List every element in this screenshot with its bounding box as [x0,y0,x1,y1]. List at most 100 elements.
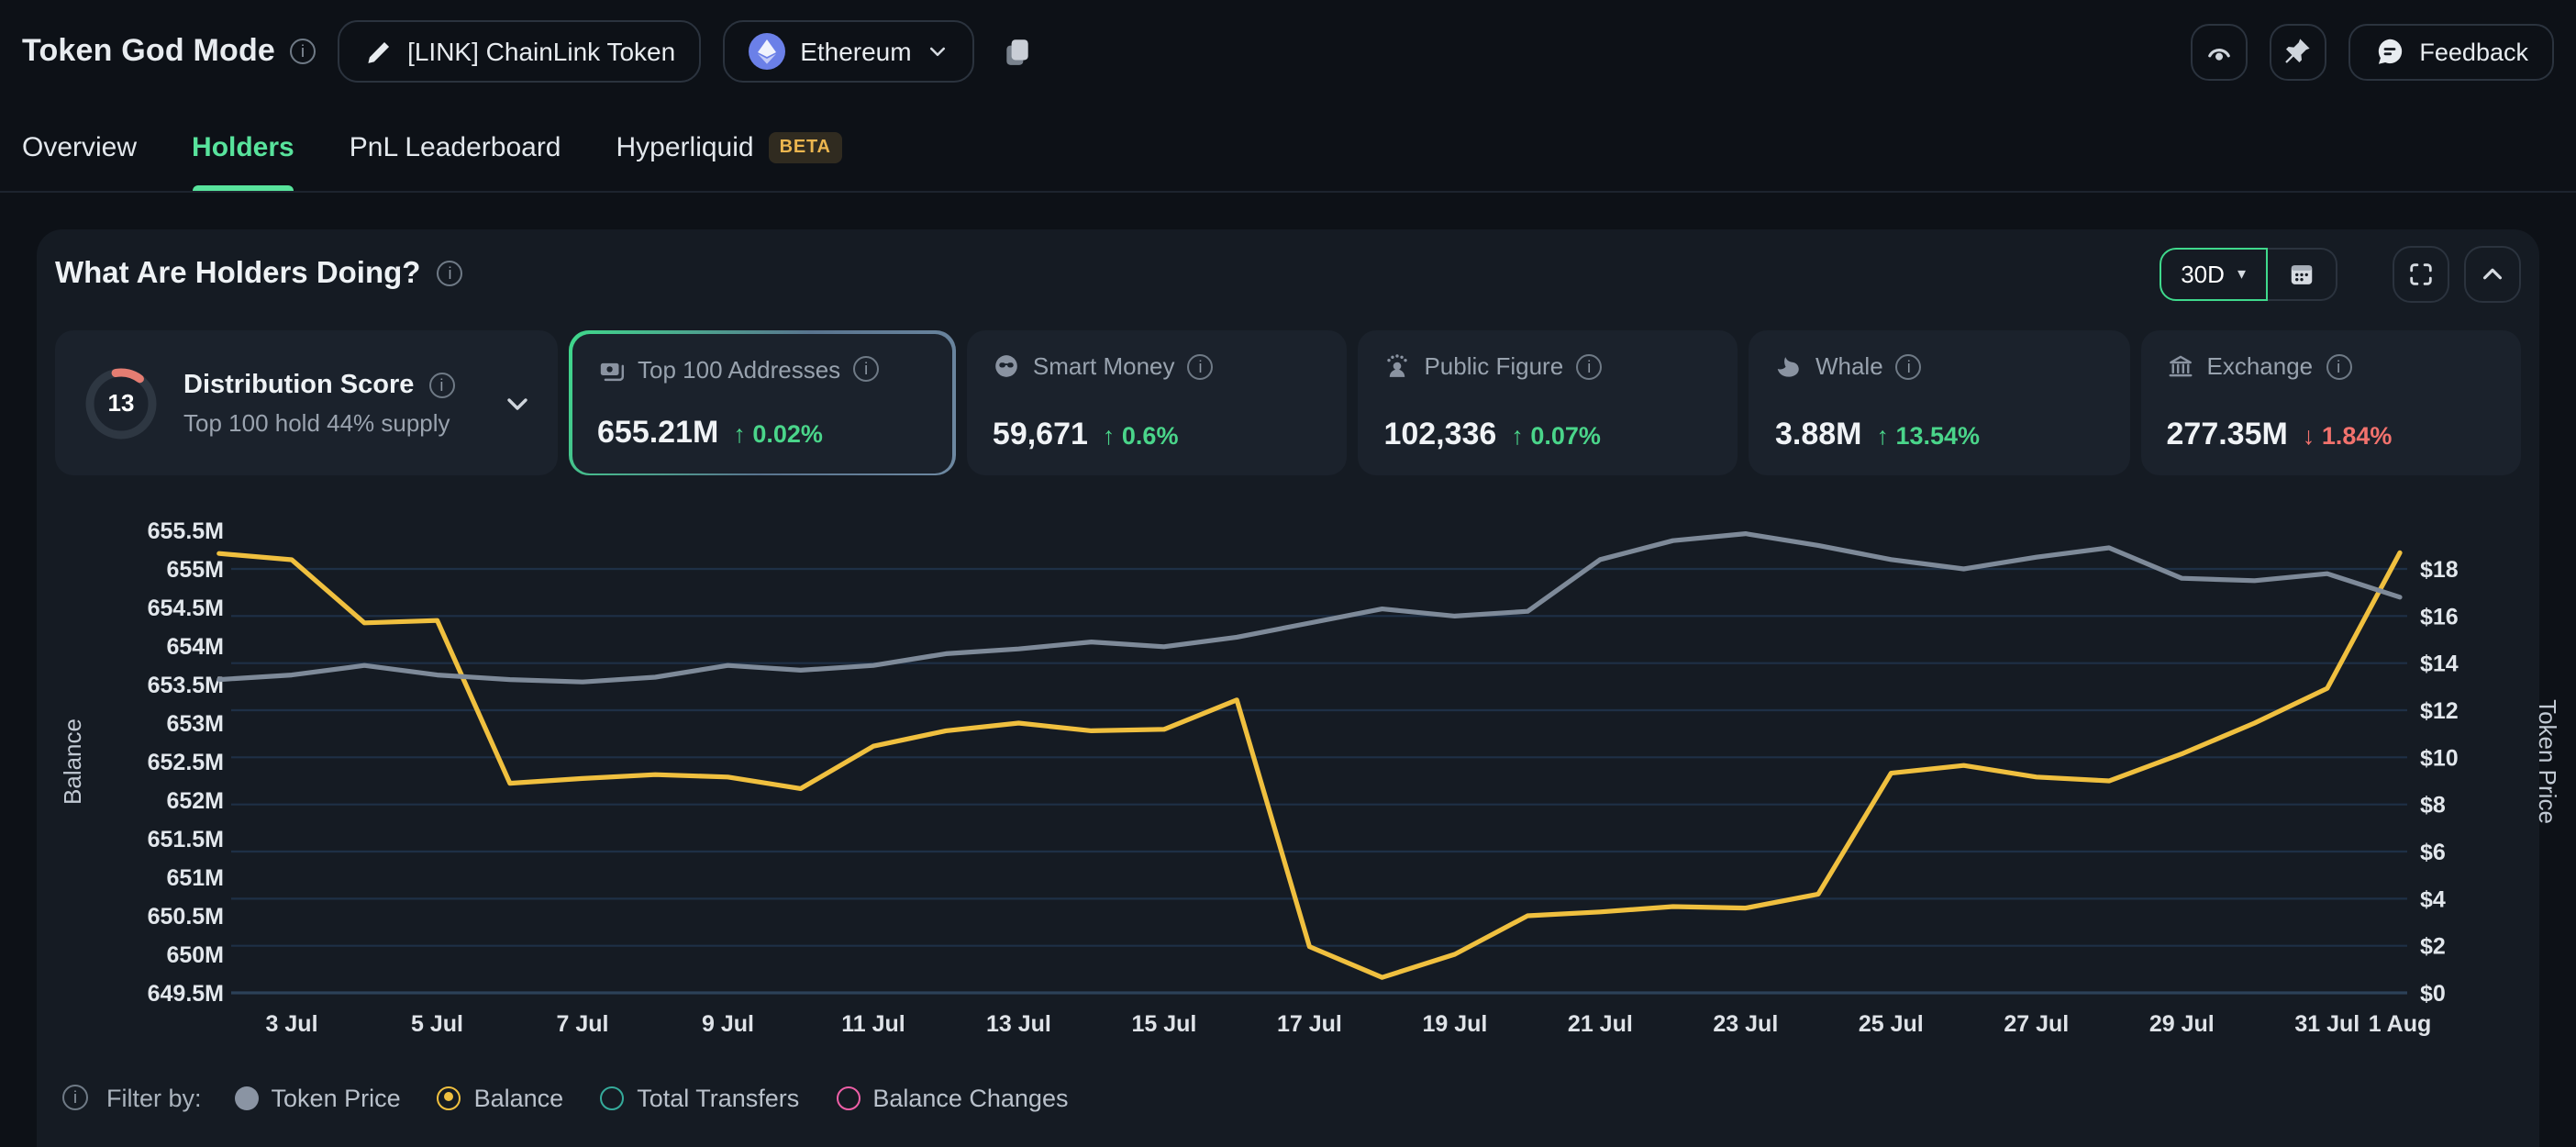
page: Token God Mode i [LINK] ChainLink Token … [0,0,2576,1147]
fullscreen-icon [2407,260,2435,287]
calendar-button[interactable] [2268,247,2337,300]
stat-card-public-figure[interactable]: Public Figure i 102,336 ↑ 0.07% [1358,330,1738,475]
chevron-down-icon [927,40,949,62]
chart-legend: i Filter by: Token Price Balance Total Tra… [62,1077,1068,1118]
token-selector[interactable]: [LINK] ChainLink Token [338,20,701,83]
legend-label: Filter by: [106,1084,202,1111]
stat-card-exchange[interactable]: Exchangei277.35M↓ 1.84% [2141,330,2522,475]
stat-card-label: Top 100 Addresses [638,355,840,383]
feedback-label: Feedback [2419,38,2528,65]
legend-item-label: Balance [474,1084,564,1111]
stat-card-label: Exchange [2207,352,2314,380]
copy-button[interactable] [996,29,1040,73]
stat-card-label: Public Figure [1424,352,1563,380]
watch-icon [2203,36,2234,67]
stat-card-label: Smart Money [1033,352,1175,380]
page-title: Token God Mode i [22,33,316,70]
pin-button[interactable] [2269,23,2326,80]
distribution-score-value: 13 [81,362,161,443]
fullscreen-button[interactable] [2393,245,2449,302]
stat-card-value: 3.88M [1775,417,1862,453]
distribution-score-card[interactable]: 13 Distribution Score i Top 100 hold 44%… [55,330,558,475]
info-icon[interactable]: i [428,372,454,397]
stat-card-top-100-addresses[interactable]: Top 100 Addresses i 655.21M ↑ 0.02% [572,333,953,473]
info-icon[interactable]: i [1576,353,1602,379]
chevron-up-icon [2479,260,2506,287]
panel-header: What Are Holders Doing? i 30D ▾ [55,244,2521,303]
stat-card-value: 102,336 [1383,417,1496,453]
calendar-icon [2288,260,2315,287]
legend-item-label: Total Transfers [637,1084,799,1111]
watchlist-button[interactable] [2190,23,2247,80]
exchange-icon [2167,352,2194,380]
banknotes-icon [597,355,625,383]
collapse-button[interactable] [2464,245,2521,302]
stat-card-delta: ↑ 0.6% [1103,422,1179,450]
smart-money-icon [993,352,1020,380]
info-icon: i [62,1085,88,1110]
distribution-score-text: Distribution Score i Top 100 hold 44% su… [183,370,481,436]
caret-down-icon: ▾ [2237,263,2246,284]
legend-item-label: Balance Changes [872,1084,1068,1111]
chain-name: Ethereum [800,37,911,66]
legend-marker [600,1086,624,1109]
legend-marker [235,1086,259,1109]
info-icon[interactable]: i [853,356,879,382]
stat-card-delta: ↓ 1.84% [2303,422,2393,450]
stat-card-delta: ↑ 0.02% [733,419,823,447]
selected-card-border: Top 100 Addresses i 655.21M ↑ 0.02% [569,330,956,475]
stat-card-label: Whale [1815,352,1883,380]
distribution-score-subtitle: Top 100 hold 44% supply [183,408,481,436]
legend-item-balance[interactable]: Balance [438,1084,564,1111]
tab-label: Hyperliquid [616,131,754,162]
pin-icon [2282,37,2312,66]
tab-holders[interactable]: Holders [192,103,294,191]
tab-overview[interactable]: Overview [22,103,137,191]
legend-item-balance-changes[interactable]: Balance Changes [836,1084,1068,1111]
distribution-score-title: Distribution Score [183,370,414,399]
legend-item-total-transfers[interactable]: Total Transfers [600,1084,799,1111]
panel-controls: 30D ▾ [2159,245,2521,302]
tab-pnl-leaderboard[interactable]: PnL Leaderboard [350,103,561,191]
chain-selector[interactable]: Ethereum [723,20,973,83]
info-icon[interactable]: i [1896,353,1922,379]
tab-label: Overview [22,131,137,162]
panel-title: What Are Holders Doing? i [55,256,462,291]
ethereum-icon [749,33,785,70]
tab-bar: Overview Holders PnL Leaderboard Hyperliqui… [0,103,2576,193]
legend-marker [438,1086,461,1109]
pencil-icon [363,37,393,66]
stat-card-smart-money[interactable]: Smart Money i 59,671 ↑ 0.6% [967,330,1348,475]
info-icon[interactable]: i [437,261,462,286]
app-header: Token God Mode i [LINK] ChainLink Token … [0,0,2576,103]
info-icon[interactable]: i [2326,353,2351,379]
stat-card-value: 655.21M [597,414,718,451]
tab-label: PnL Leaderboard [350,131,561,162]
legend-item-label: Token Price [272,1084,401,1111]
tab-label: Holders [192,131,294,162]
feedback-button[interactable]: Feedback [2348,23,2554,80]
copy-icon [1003,36,1034,67]
info-icon[interactable]: i [290,39,316,64]
page-title-text: Token God Mode [22,33,275,70]
public-figure-icon [1383,352,1411,380]
chat-icon [2373,36,2404,67]
legend-items: Token Price Balance Total Transfers Balance… [235,1084,1069,1111]
legend-marker [836,1086,860,1109]
tab-hyperliquid[interactable]: HyperliquidBETA [616,103,842,191]
range-value: 30D [2181,260,2225,287]
holders-panel: What Are Holders Doing? i 30D ▾ [37,229,2539,1147]
legend-item-token-price[interactable]: Token Price [235,1084,401,1111]
whale-icon [1775,352,1803,380]
stat-card-delta: ↑ 0.07% [1511,422,1601,450]
range-selector[interactable]: 30D ▾ [2159,247,2268,300]
range-control: 30D ▾ [2159,247,2337,300]
distribution-score-gauge: 13 [81,362,161,443]
stat-card-whale[interactable]: Whalei 3.88M ↑ 13.54% [1749,330,2130,475]
token-name: [LINK] ChainLink Token [407,37,675,66]
stat-card-value: 59,671 [993,417,1088,453]
chevron-down-icon[interactable] [503,388,532,418]
stat-card-delta: ↑ 13.54% [1876,422,1980,450]
stats-row: 13 Distribution Score i Top 100 hold 44%… [55,330,2521,475]
info-icon[interactable]: i [1188,353,1214,379]
